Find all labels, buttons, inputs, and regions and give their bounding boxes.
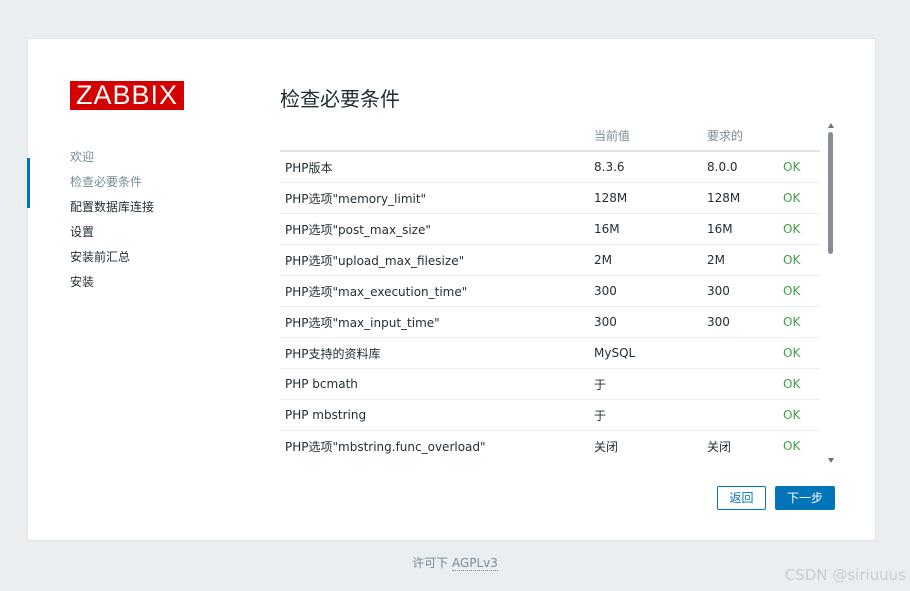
scrollbar-thumb[interactable] — [828, 132, 833, 254]
setup-step-2: 配置数据库连接 — [70, 200, 155, 214]
table-row: PHP mbstring 于 OK — [280, 399, 820, 431]
requirement-name: PHP选项"upload_max_filesize" — [280, 244, 589, 276]
required-value: 300 — [702, 306, 778, 338]
scroll-up-arrow-icon[interactable] — [828, 123, 834, 128]
table-row: PHP支持的资料库 MySQL OK — [280, 337, 820, 369]
required-value: 128M — [702, 182, 778, 214]
table-row: PHP选项"mbstring.func_overload" 关闭 关闭 OK — [280, 430, 820, 461]
setup-step-0: 欢迎 — [70, 150, 95, 164]
current-value: 300 — [589, 306, 702, 338]
requirement-name: PHP mbstring — [280, 399, 589, 431]
current-value: 300 — [589, 275, 702, 307]
current-value: 16M — [589, 213, 702, 245]
setup-step-3: 设置 — [70, 225, 95, 239]
table-header-row: 当前值 要求的 — [280, 121, 820, 152]
requirement-name: PHP选项"max_execution_time" — [280, 275, 589, 307]
required-value: 16M — [702, 213, 778, 245]
status-badge: OK — [778, 368, 820, 400]
setup-step-1: 检查必要条件 — [27, 158, 228, 208]
status-badge: OK — [778, 275, 820, 307]
required-value — [702, 399, 778, 431]
header-required: 要求的 — [702, 121, 778, 152]
current-value: 于 — [589, 368, 702, 400]
status-badge: OK — [778, 337, 820, 369]
current-value: 128M — [589, 182, 702, 214]
status-badge: OK — [778, 399, 820, 431]
status-badge: OK — [778, 244, 820, 276]
back-button[interactable]: 返回 — [717, 486, 766, 510]
table-row: PHP选项"upload_max_filesize" 2M 2M OK — [280, 244, 820, 276]
footer-prefix: 许可下 — [412, 556, 449, 570]
requirement-name: PHP版本 — [280, 151, 589, 183]
status-badge: OK — [778, 430, 820, 461]
watermark: CSDN @siriuuus — [784, 566, 906, 584]
table-row: PHP选项"post_max_size" 16M 16M OK — [280, 213, 820, 245]
status-badge: OK — [778, 306, 820, 338]
scroll-down-arrow-icon[interactable] — [828, 458, 834, 463]
required-value: 关闭 — [702, 430, 778, 461]
table-row: PHP选项"memory_limit" 128M 128M OK — [280, 182, 820, 214]
page-title: 检查必要条件 — [280, 87, 400, 111]
requirement-name: PHP选项"memory_limit" — [280, 182, 589, 214]
table-row: PHP bcmath 于 OK — [280, 368, 820, 400]
license-link[interactable]: AGPLv3 — [451, 556, 498, 571]
table-row: PHP选项"max_execution_time" 300 300 OK — [280, 275, 820, 307]
header-current: 当前值 — [589, 121, 702, 152]
zabbix-logo: ZABBIX — [70, 81, 184, 110]
requirement-name: PHP支持的资料库 — [280, 337, 589, 369]
table-scrollbar[interactable] — [827, 123, 836, 463]
requirement-name: PHP选项"post_max_size" — [280, 213, 589, 245]
next-button[interactable]: 下一步 — [775, 486, 835, 510]
requirement-name: PHP bcmath — [280, 368, 589, 400]
setup-step-4: 安装前汇总 — [70, 250, 131, 264]
required-value: 300 — [702, 275, 778, 307]
current-value: 关闭 — [589, 430, 702, 461]
current-value: 2M — [589, 244, 702, 276]
required-value — [702, 337, 778, 369]
requirements-table: 当前值 要求的 PHP版本 8.3.6 8.0.0 OK PHP选项"memory_li… — [280, 121, 820, 461]
required-value: 8.0.0 — [702, 151, 778, 183]
status-badge: OK — [778, 182, 820, 214]
current-value: 8.3.6 — [589, 151, 702, 183]
requirement-name: PHP选项"mbstring.func_overload" — [280, 430, 589, 461]
header-status — [778, 121, 820, 152]
table-row: PHP选项"max_input_time" 300 300 OK — [280, 306, 820, 338]
header-name — [280, 121, 589, 152]
status-badge: OK — [778, 151, 820, 183]
setup-card: ZABBIX 欢迎 检查必要条件 配置数据库连接 设置 安装前汇总 安装 检查必要条件 当… — [27, 38, 876, 541]
status-badge: OK — [778, 213, 820, 245]
footer: 许可下 AGPLv3 — [0, 554, 910, 571]
required-value — [702, 368, 778, 400]
current-value: 于 — [589, 399, 702, 431]
table-row: PHP版本 8.3.6 8.0.0 OK — [280, 151, 820, 183]
setup-steps: 欢迎 检查必要条件 配置数据库连接 设置安装前汇总安装 — [27, 145, 228, 295]
requirements-table-wrap: 当前值 要求的 PHP版本 8.3.6 8.0.0 OK PHP选项"memory_li… — [280, 121, 820, 461]
required-value: 2M — [702, 244, 778, 276]
current-value: MySQL — [589, 337, 702, 369]
requirement-name: PHP选项"max_input_time" — [280, 306, 589, 338]
setup-step-5: 安装 — [70, 275, 95, 289]
